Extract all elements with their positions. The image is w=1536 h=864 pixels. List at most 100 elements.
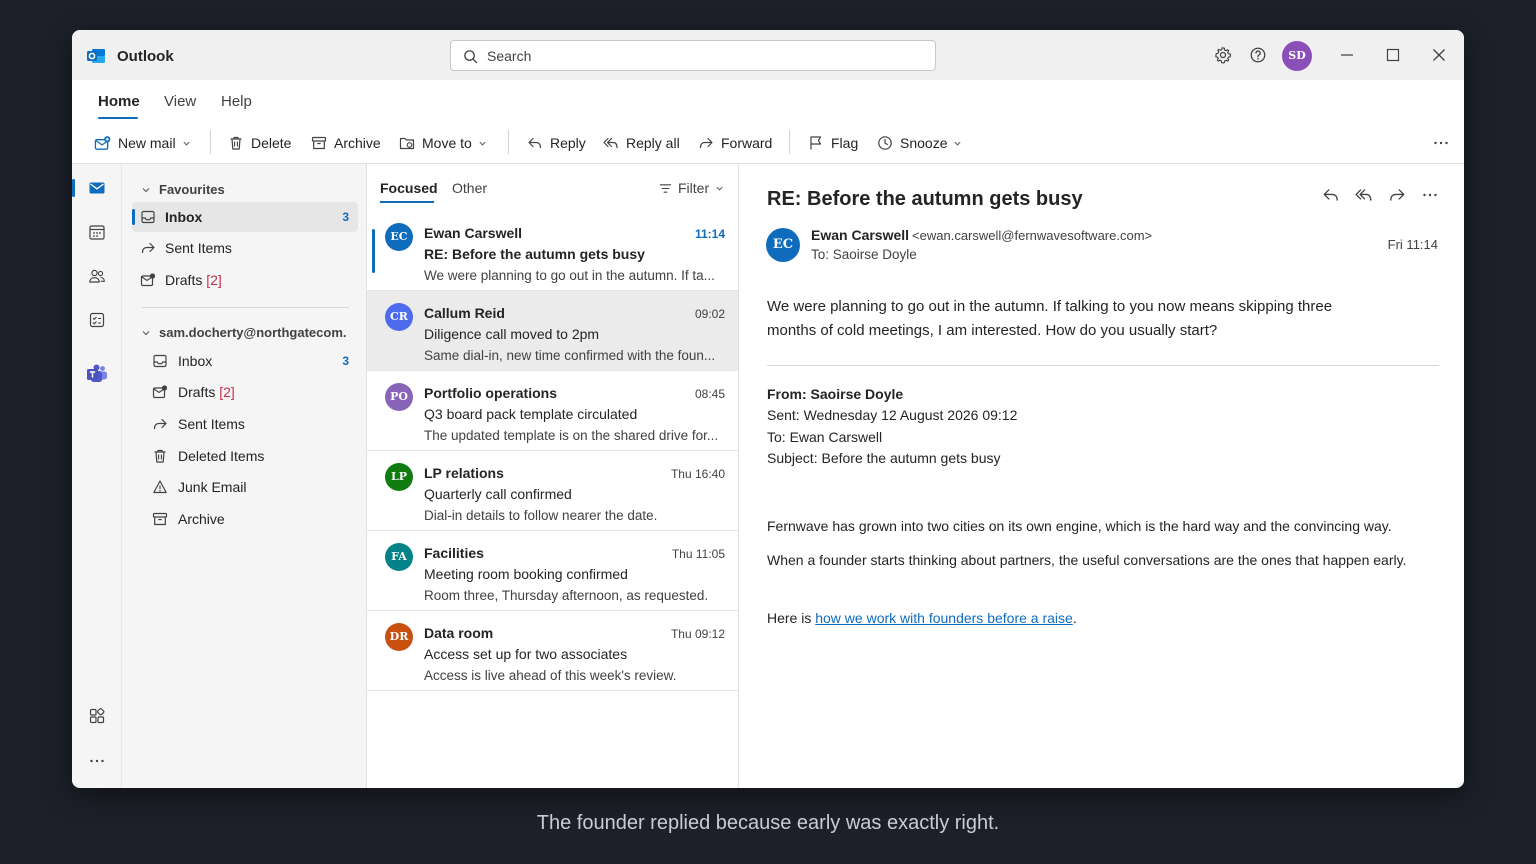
founders-link[interactable]: how we work with founders before a raise (815, 610, 1073, 626)
message-preview: Room three, Thursday afternoon, as reque… (424, 588, 709, 603)
message-time: Thu 09:12 (670, 627, 725, 641)
search-input[interactable] (487, 47, 917, 65)
folder-inbox[interactable]: Inbox 3 (132, 346, 358, 376)
reply-label: Reply (550, 135, 586, 151)
folder-favourites-drafts[interactable]: Drafts [2] (132, 265, 358, 295)
folder-label: Archive (178, 511, 225, 527)
message-preview: Dial-in details to follow nearer the dat… (424, 508, 658, 523)
more-options-icon[interactable] (1432, 134, 1450, 152)
forward-button[interactable]: Forward (698, 132, 772, 154)
outlook-window: Outlook SD Home View Help (72, 30, 1464, 788)
sender-name[interactable]: Ewan Carswell (811, 227, 909, 243)
drafts-icon (140, 272, 156, 288)
reply-all-icon[interactable] (1355, 186, 1373, 204)
chevron-down-icon (182, 139, 198, 148)
flag-button[interactable]: Flag (808, 132, 858, 154)
sender-avatar: CR (385, 303, 413, 331)
outlook-logo-icon (86, 46, 106, 66)
message-item[interactable]: DR Data room Thu 09:12 Access set up for… (367, 611, 738, 691)
folder-label: Sent Items (178, 416, 245, 432)
forward-icon[interactable] (1388, 186, 1406, 204)
help-icon[interactable] (1249, 46, 1267, 64)
quoted-paragraph: Here is how we work with founders before… (767, 608, 1407, 629)
message-sender: Portfolio operations (424, 385, 557, 401)
drafts-badge: [2] (219, 384, 235, 400)
chevron-down-icon (141, 185, 159, 195)
sender-avatar: LP (385, 463, 413, 491)
chevron-down-icon (953, 139, 969, 148)
quote-divider (767, 365, 1439, 366)
message-preview: We were planning to go out in the autumn… (424, 268, 715, 283)
unread-count: 3 (342, 354, 349, 368)
folder-favourites-inbox[interactable]: Inbox 3 (132, 202, 358, 232)
more-options-icon[interactable] (1421, 186, 1439, 204)
message-item[interactable]: CR Callum Reid 09:02 Diligence call move… (367, 291, 738, 371)
new-mail-button[interactable]: New mail (94, 132, 198, 154)
app-title: Outlook (117, 48, 174, 65)
reply-all-button[interactable]: Reply all (603, 132, 680, 154)
quoted-to: To: Ewan Carswell (767, 429, 883, 445)
message-subject: RE: Before the autumn gets busy (424, 246, 645, 262)
quoted-sent: Sent: Wednesday 12 August 2026 09:12 (767, 407, 1018, 423)
folder-drafts[interactable]: Drafts [2] (132, 377, 358, 407)
search-icon (463, 49, 478, 64)
reading-body: We were planning to go out in the autumn… (767, 298, 1333, 339)
message-list: Focused Other Filter EC Ewan Carswell 11… (367, 164, 739, 788)
message-item[interactable]: PO Portfolio operations 08:45 Q3 board p… (367, 371, 738, 451)
archive-label: Archive (334, 135, 381, 151)
search-box[interactable] (450, 40, 936, 71)
apps-icon[interactable] (88, 707, 106, 725)
favourites-header[interactable]: Favourites (141, 182, 225, 197)
snooze-button[interactable]: Snooze (877, 132, 969, 154)
reading-date: Fri 11:14 (1387, 237, 1438, 252)
archive-icon (311, 135, 334, 151)
quoted-text: . (1072, 610, 1077, 626)
tab-home[interactable]: Home (98, 93, 140, 110)
folder-sent-items[interactable]: Sent Items (132, 409, 358, 439)
settings-gear-icon[interactable] (1214, 46, 1232, 64)
quoted-from: From: Saoirse Doyle (767, 386, 903, 402)
quoted-subject: Subject: Before the autumn gets busy (767, 450, 1001, 466)
ribbon-separator (508, 130, 509, 154)
message-item[interactable]: EC Ewan Carswell 11:14 RE: Before the au… (367, 211, 738, 291)
folder-pane: Favourites Inbox 3 Sent Items Drafts [2]… (122, 164, 367, 788)
more-apps-icon[interactable] (88, 752, 106, 770)
user-avatar[interactable]: SD (1282, 41, 1312, 71)
calendar-icon[interactable] (88, 223, 106, 241)
folder-favourites-sent[interactable]: Sent Items (132, 233, 358, 263)
clock-icon (877, 135, 900, 151)
tab-help[interactable]: Help (221, 93, 252, 110)
filter-button[interactable]: Filter (659, 180, 730, 196)
tab-other[interactable]: Other (452, 180, 487, 196)
message-item[interactable]: LP LP relations Thu 16:40 Quarterly call… (367, 451, 738, 531)
maximize-icon[interactable] (1384, 46, 1402, 64)
teams-icon[interactable] (86, 363, 108, 385)
account-header[interactable]: sam.docherty@northgatecom. (141, 325, 347, 340)
reply-icon[interactable] (1322, 186, 1340, 204)
reading-from: Ewan Carswell <ewan.carswell@fernwavesoft… (811, 227, 1152, 243)
reply-button[interactable]: Reply (527, 132, 586, 154)
sent-icon (152, 416, 168, 432)
tab-view[interactable]: View (164, 93, 196, 110)
message-time: Thu 11:05 (671, 547, 725, 561)
minimize-icon[interactable] (1338, 46, 1356, 64)
close-icon[interactable] (1430, 46, 1448, 64)
mail-icon[interactable] (88, 179, 106, 197)
ribbon-separator (789, 130, 790, 154)
tab-focused[interactable]: Focused (380, 180, 438, 196)
folder-label: Deleted Items (178, 448, 265, 464)
tasks-icon[interactable] (88, 311, 106, 329)
sender-avatar: DR (385, 623, 413, 651)
folder-archive[interactable]: Archive (132, 504, 358, 534)
move-to-button[interactable]: Move to (399, 132, 494, 154)
inbox-icon (152, 353, 168, 369)
account-label: sam.docherty@northgatecom. (159, 325, 347, 340)
delete-button[interactable]: Delete (228, 132, 291, 154)
folder-junk-email[interactable]: Junk Email (132, 472, 358, 502)
quoted-from-text: From: Saoirse Doyle (767, 386, 904, 402)
message-item[interactable]: FA Facilities Thu 11:05 Meeting room boo… (367, 531, 738, 611)
drafts-label: Drafts (178, 384, 216, 400)
folder-deleted-items[interactable]: Deleted Items (132, 441, 358, 471)
archive-button[interactable]: Archive (311, 132, 381, 154)
people-icon[interactable] (88, 267, 106, 285)
